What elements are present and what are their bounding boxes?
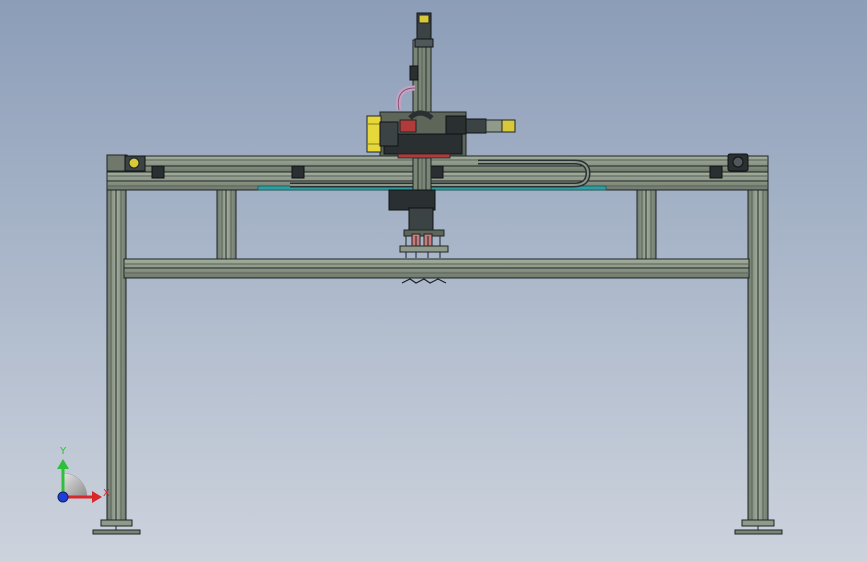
y-axis-arrowhead	[57, 459, 69, 469]
right-leg	[747, 189, 769, 527]
x-end-stop	[727, 153, 749, 172]
beam-bracket-2	[291, 165, 305, 179]
cad-viewport[interactable]: Y X	[0, 0, 867, 562]
x-axis-arrowhead	[92, 491, 102, 503]
left-foot	[92, 519, 141, 535]
beam-bracket-4	[709, 165, 723, 179]
lower-cross-beam	[123, 258, 750, 279]
coordinate-triad: Y X	[57, 446, 110, 503]
left-leg	[106, 189, 127, 527]
right-inner-post	[636, 189, 657, 261]
z-lower-block	[388, 189, 436, 231]
y-axis-label: Y	[59, 446, 67, 457]
gantry-model[interactable]: Y X	[0, 0, 867, 562]
z-axis-origin	[57, 491, 69, 503]
left-inner-post	[216, 189, 237, 261]
x-drive-end-cap	[106, 154, 146, 172]
right-foot	[734, 519, 783, 535]
x-axis-label: X	[103, 488, 110, 499]
beam-bracket-3	[430, 165, 444, 179]
beam-bracket-1	[151, 165, 165, 179]
y-servo-motor	[465, 118, 516, 134]
